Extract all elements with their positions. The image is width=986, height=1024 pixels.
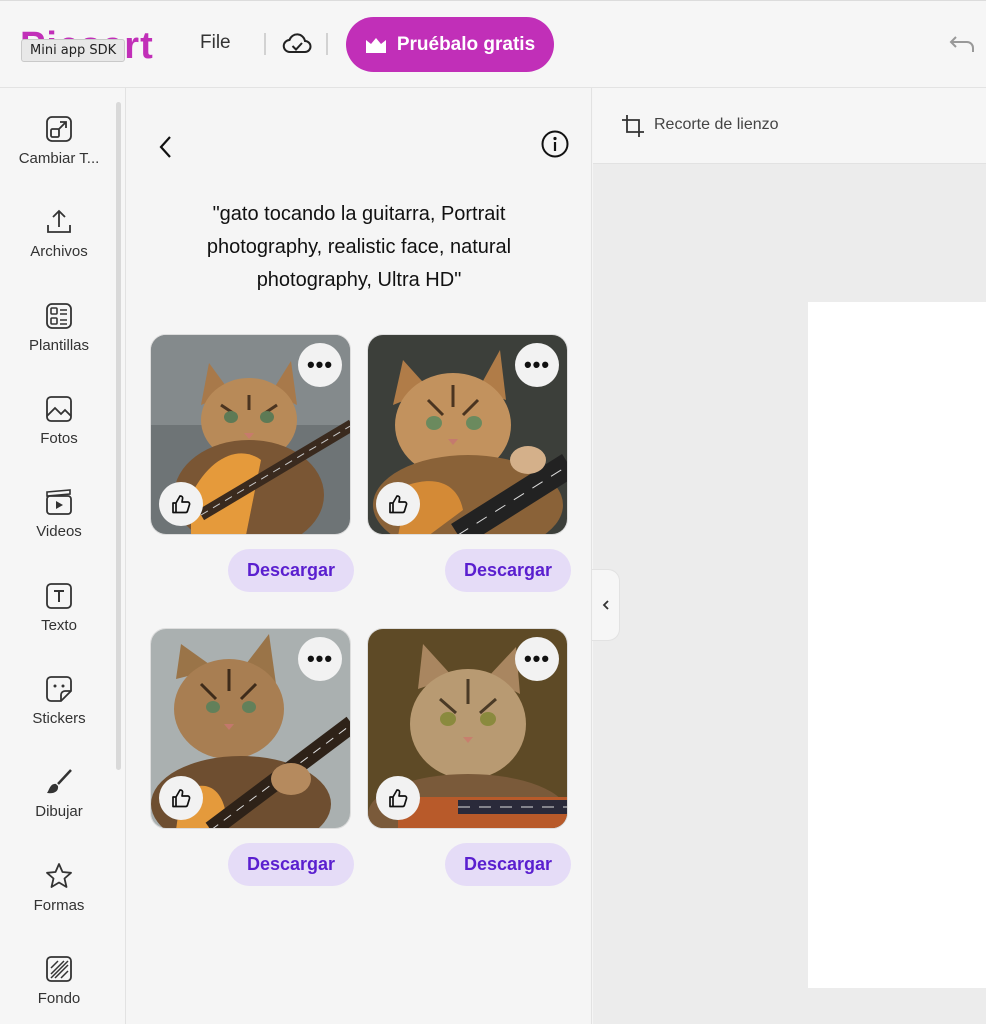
sidebar-item-label: Dibujar [35, 803, 83, 820]
sidebar-item-label: Fondo [37, 990, 81, 1007]
more-options-button[interactable]: ••• [298, 343, 342, 387]
crown-icon [365, 37, 386, 53]
thumbs-up-icon [172, 789, 191, 808]
sidebar-item-label: Plantillas [28, 337, 90, 354]
download-button[interactable]: Descargar [228, 843, 354, 886]
resize-icon [46, 116, 72, 142]
download-button[interactable]: Descargar [445, 843, 571, 886]
canvas-toolbar: Recorte de lienzo [593, 88, 986, 164]
sidebar-item-draw[interactable]: Dibujar [0, 767, 118, 847]
sidebar-item-photos[interactable]: Fotos [0, 394, 118, 474]
more-options-button[interactable]: ••• [298, 637, 342, 681]
tooltip: Mini app SDK [21, 39, 126, 62]
sidebar-item-shapes[interactable]: Formas [0, 861, 118, 941]
sidebar-item-label: Archivos [30, 243, 88, 260]
result-image-card[interactable]: ••• [150, 628, 351, 829]
sidebar-item-label: Texto [41, 617, 77, 634]
like-button[interactable] [159, 776, 203, 820]
like-button[interactable] [159, 482, 203, 526]
download-button[interactable]: Descargar [228, 549, 354, 592]
sidebar-item-templates[interactable]: Plantillas [0, 301, 118, 381]
ai-results-panel: "gato tocando la guitarra, Portrait phot… [126, 88, 592, 1024]
download-button[interactable]: Descargar [445, 549, 571, 592]
sidebar-item-resize[interactable]: Cambiar T... [0, 114, 118, 194]
result-image-card[interactable]: ••• [367, 334, 568, 535]
chevron-left-icon [602, 600, 609, 610]
prompt-text: "gato tocando la guitarra, Portrait phot… [206, 203, 512, 291]
collapse-panel-button[interactable] [592, 569, 620, 641]
result-image-card[interactable]: ••• [367, 628, 568, 829]
canvas-crop-label[interactable]: Recorte de lienzo [654, 116, 779, 134]
try-free-button[interactable]: Pruébalo gratis [346, 17, 554, 72]
result-image-card[interactable]: ••• [150, 334, 351, 535]
like-button[interactable] [376, 482, 420, 526]
sidebar-item-background[interactable]: Fondo [0, 954, 118, 1024]
crop-icon[interactable] [621, 114, 645, 138]
top-bar: Picsart Mini app SDK File Pruébalo grati… [0, 0, 986, 88]
left-sidebar: Cambiar T... Archivos Plantillas Fotos V… [0, 88, 126, 1024]
sidebar-item-videos[interactable]: Videos [0, 487, 118, 567]
divider [326, 33, 328, 55]
sidebar-item-label: Cambiar T... [18, 150, 100, 167]
upload-icon [47, 209, 71, 233]
photo-icon [46, 396, 72, 422]
back-icon[interactable] [156, 134, 176, 160]
text-icon [46, 583, 72, 609]
more-options-button[interactable]: ••• [515, 637, 559, 681]
file-menu[interactable]: File [200, 32, 231, 54]
sidebar-item-label: Videos [36, 523, 82, 540]
sidebar-item-label: Fotos [40, 430, 78, 447]
cloud-check-icon[interactable] [282, 31, 312, 57]
divider [264, 33, 266, 55]
sidebar-item-files[interactable]: Archivos [0, 207, 118, 287]
sidebar-item-label: Formas [33, 897, 85, 914]
thumbs-up-icon [172, 495, 191, 514]
background-icon [46, 956, 72, 982]
try-free-label: Pruébalo gratis [396, 33, 536, 55]
more-options-button[interactable]: ••• [515, 343, 559, 387]
templates-icon [46, 303, 72, 329]
info-icon[interactable] [540, 129, 570, 159]
sidebar-item-text[interactable]: Texto [0, 581, 118, 661]
sidebar-item-stickers[interactable]: Stickers [0, 674, 118, 754]
video-icon [46, 489, 72, 515]
brush-icon [47, 769, 72, 794]
sidebar-item-label: Stickers [32, 710, 86, 727]
star-icon [46, 863, 72, 888]
sticker-icon [46, 676, 72, 702]
thumbs-up-icon [389, 495, 408, 514]
like-button[interactable] [376, 776, 420, 820]
undo-icon[interactable] [948, 33, 976, 55]
canvas-page[interactable] [808, 302, 986, 988]
thumbs-up-icon [389, 789, 408, 808]
